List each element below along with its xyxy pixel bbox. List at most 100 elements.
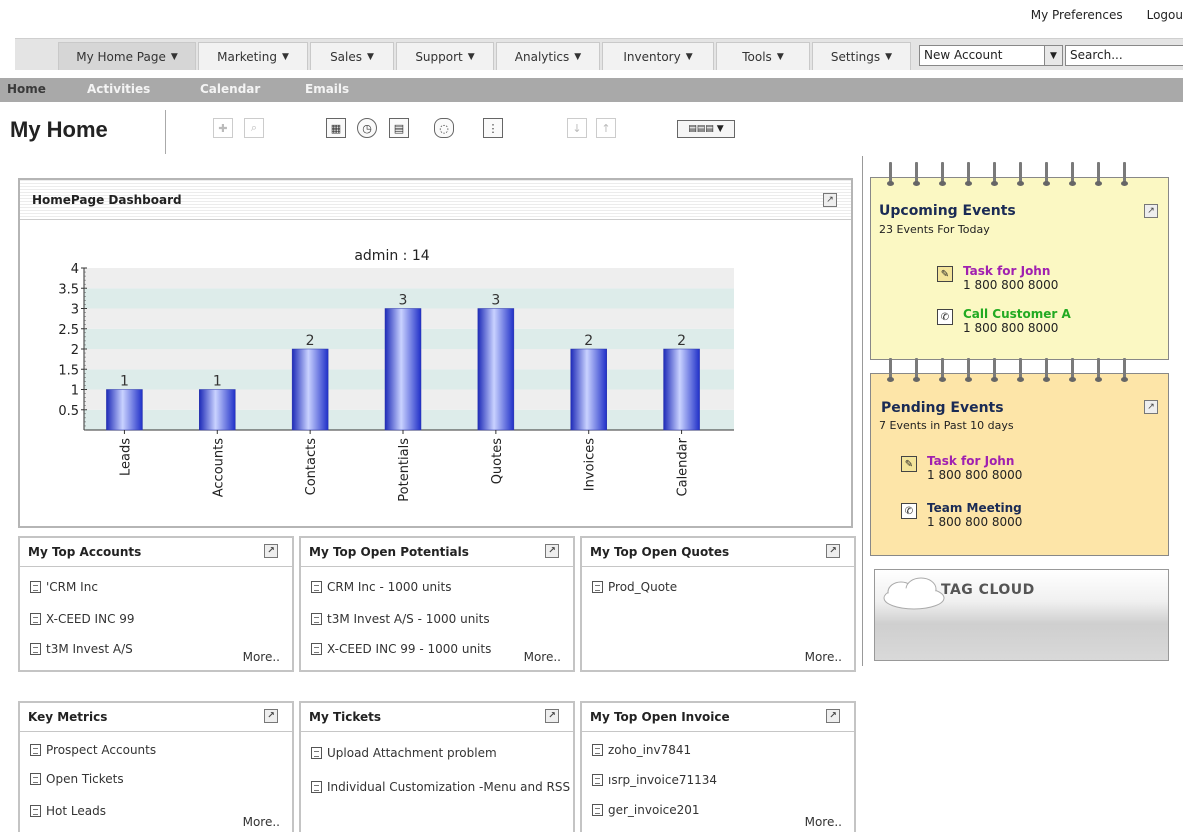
tag-cloud-panel: TAG CLOUD — [874, 569, 1169, 661]
chat-icon[interactable]: ◌ — [434, 118, 454, 138]
more-link[interactable]: More.. — [524, 650, 561, 664]
dropdown-arrow-icon: ▼ — [685, 51, 693, 62]
chart-bar — [570, 348, 607, 431]
tab-label: Sales — [330, 49, 363, 64]
more-link[interactable]: More.. — [243, 815, 280, 829]
widget-header: My Tickets ↗ — [301, 703, 573, 732]
tab-support[interactable]: Support ▼ — [396, 42, 494, 70]
page-title: My Home — [10, 117, 108, 142]
tab-settings[interactable]: Settings ▼ — [812, 42, 911, 70]
calculator-icon[interactable]: ▤ — [389, 118, 409, 138]
dashboard-chart: admin : 14 0.5 1 1.5 2 2.5 3 3.5 4 1 Leads 1 Account… — [58, 248, 734, 502]
y-tick-label: 3 — [71, 303, 79, 318]
event-item[interactable]: ✆ Call Customer A1 800 800 8000 — [937, 307, 1071, 335]
my-preferences-link[interactable]: My Preferences — [1031, 8, 1123, 22]
list-item[interactable]: Open Tickets — [30, 772, 124, 786]
more-link[interactable]: More.. — [243, 650, 280, 664]
list-item[interactable]: ısrp_invoice71134 — [592, 773, 717, 787]
event-item[interactable]: ✎ Task for John 1 800 800 8000 — [937, 264, 1058, 292]
tab-sales[interactable]: Sales ▼ — [310, 42, 394, 70]
chart-bar — [663, 348, 700, 431]
list-item[interactable]: Upload Attachment problem — [311, 746, 497, 760]
subnav-calendar[interactable]: Calendar — [200, 82, 260, 96]
tab-my-home-page[interactable]: My Home Page ▼ — [58, 42, 196, 70]
list-item[interactable]: ger_invoice201 — [592, 803, 700, 817]
more-link[interactable]: More.. — [805, 815, 842, 829]
expand-icon[interactable]: ↗ — [826, 544, 840, 558]
logout-link[interactable]: Logou — [1147, 8, 1183, 22]
chart-bar — [199, 389, 236, 431]
expand-icon[interactable]: ↗ — [823, 193, 837, 207]
list-item[interactable]: t3M Invest A/S - 1000 units — [311, 612, 490, 626]
phone-icon: ✆ — [901, 503, 917, 519]
y-tick-label: 3.5 — [58, 282, 79, 297]
pending-events-panel: Pending Events 7 Events in Past 10 days … — [870, 358, 1169, 556]
tab-label: My Home Page — [76, 49, 166, 64]
list-item[interactable]: X-CEED INC 99 - 1000 units — [311, 642, 491, 656]
layout-select[interactable]: ▤▤▤ ▼ — [677, 120, 735, 138]
document-icon — [311, 581, 322, 593]
list-item[interactable]: X-CEED INC 99 — [30, 612, 135, 626]
list-item[interactable]: 'CRM Inc — [30, 580, 98, 594]
title-divider — [165, 110, 166, 154]
calendar-icon[interactable]: ▦ — [326, 118, 346, 138]
download-icon[interactable]: ↓ — [567, 118, 587, 138]
x-tick-label: Contacts — [304, 438, 319, 496]
pending-events-title: Pending Events — [881, 400, 1004, 416]
widget-title: My Top Open Potentials — [309, 545, 469, 559]
list-item[interactable]: Hot Leads — [30, 804, 106, 818]
dropdown-arrow-icon: ▼ — [574, 51, 582, 62]
list-item[interactable]: CRM Inc - 1000 units — [311, 580, 451, 594]
list-item-label: X-CEED INC 99 — [46, 612, 135, 626]
list-item[interactable]: Individual Customization -Menu and RSS — [311, 780, 570, 794]
expand-icon[interactable]: ↗ — [545, 709, 559, 723]
event-item[interactable]: ✎ Task for John 1 800 800 8000 — [901, 454, 1022, 482]
chevron-down-icon[interactable]: ▼ — [1044, 46, 1062, 65]
list-item[interactable]: Prospect Accounts — [30, 743, 156, 757]
expand-icon[interactable]: ↗ — [264, 544, 278, 558]
expand-icon[interactable]: ↗ — [545, 544, 559, 558]
tab-marketing[interactable]: Marketing ▼ — [198, 42, 308, 70]
chart-bar — [106, 389, 143, 431]
expand-icon[interactable]: ↗ — [264, 709, 278, 723]
widget-header: Key Metrics ↗ — [20, 703, 292, 732]
tab-analytics[interactable]: Analytics ▼ — [496, 42, 600, 70]
upload-icon[interactable]: ↑ — [596, 118, 616, 138]
list-item-label: CRM Inc - 1000 units — [327, 580, 452, 594]
list-item-label: Upload Attachment problem — [327, 746, 497, 760]
list-item[interactable]: zoho_inv7841 — [592, 743, 691, 757]
subnav-home[interactable]: Home — [7, 82, 46, 96]
tab-tools[interactable]: Tools ▼ — [716, 42, 810, 70]
widget-title: My Top Open Invoice — [590, 710, 730, 724]
tab-label: Analytics — [514, 49, 570, 64]
list-item-label: t3M Invest A/S — [46, 642, 133, 656]
subnav-emails[interactable]: Emails — [305, 82, 349, 96]
expand-icon[interactable]: ↗ — [826, 709, 840, 723]
widget-title: My Top Open Quotes — [590, 545, 730, 559]
bar-value-label: 1 — [120, 374, 129, 390]
more-link[interactable]: More.. — [805, 650, 842, 664]
event-item[interactable]: ✆ Team Meeting 1 800 800 8000 — [901, 501, 1022, 529]
list-item-label: Open Tickets — [46, 772, 124, 786]
add-icon[interactable]: ✚ — [213, 118, 233, 138]
y-tick-label: 4 — [71, 262, 79, 277]
list-item-label: Individual Customization -Menu and RSS — [327, 780, 571, 794]
x-tick-label: Potentials — [397, 438, 412, 502]
import-icon[interactable]: ⋮ — [483, 118, 503, 138]
search-input[interactable]: Search... — [1065, 45, 1183, 66]
event-phone: 1 800 800 8000 — [927, 468, 1023, 482]
phone-icon: ✆ — [937, 309, 953, 325]
search-icon[interactable]: ⌕ — [244, 118, 264, 138]
list-item[interactable]: t3M Invest A/S — [30, 642, 133, 656]
expand-icon[interactable]: ↗ — [1144, 204, 1158, 218]
tab-label: Support — [415, 49, 463, 64]
document-icon — [592, 581, 603, 593]
clock-icon[interactable]: ◷ — [357, 118, 377, 138]
quick-create-select[interactable]: New Account ▼ — [919, 45, 1063, 66]
event-name: Task for John — [927, 454, 1015, 468]
pending-events-subtitle: 7 Events in Past 10 days — [879, 419, 1014, 432]
list-item[interactable]: Prod_Quote — [592, 580, 677, 594]
tab-inventory[interactable]: Inventory ▼ — [602, 42, 714, 70]
subnav-activities[interactable]: Activities — [87, 82, 150, 96]
expand-icon[interactable]: ↗ — [1144, 400, 1158, 414]
